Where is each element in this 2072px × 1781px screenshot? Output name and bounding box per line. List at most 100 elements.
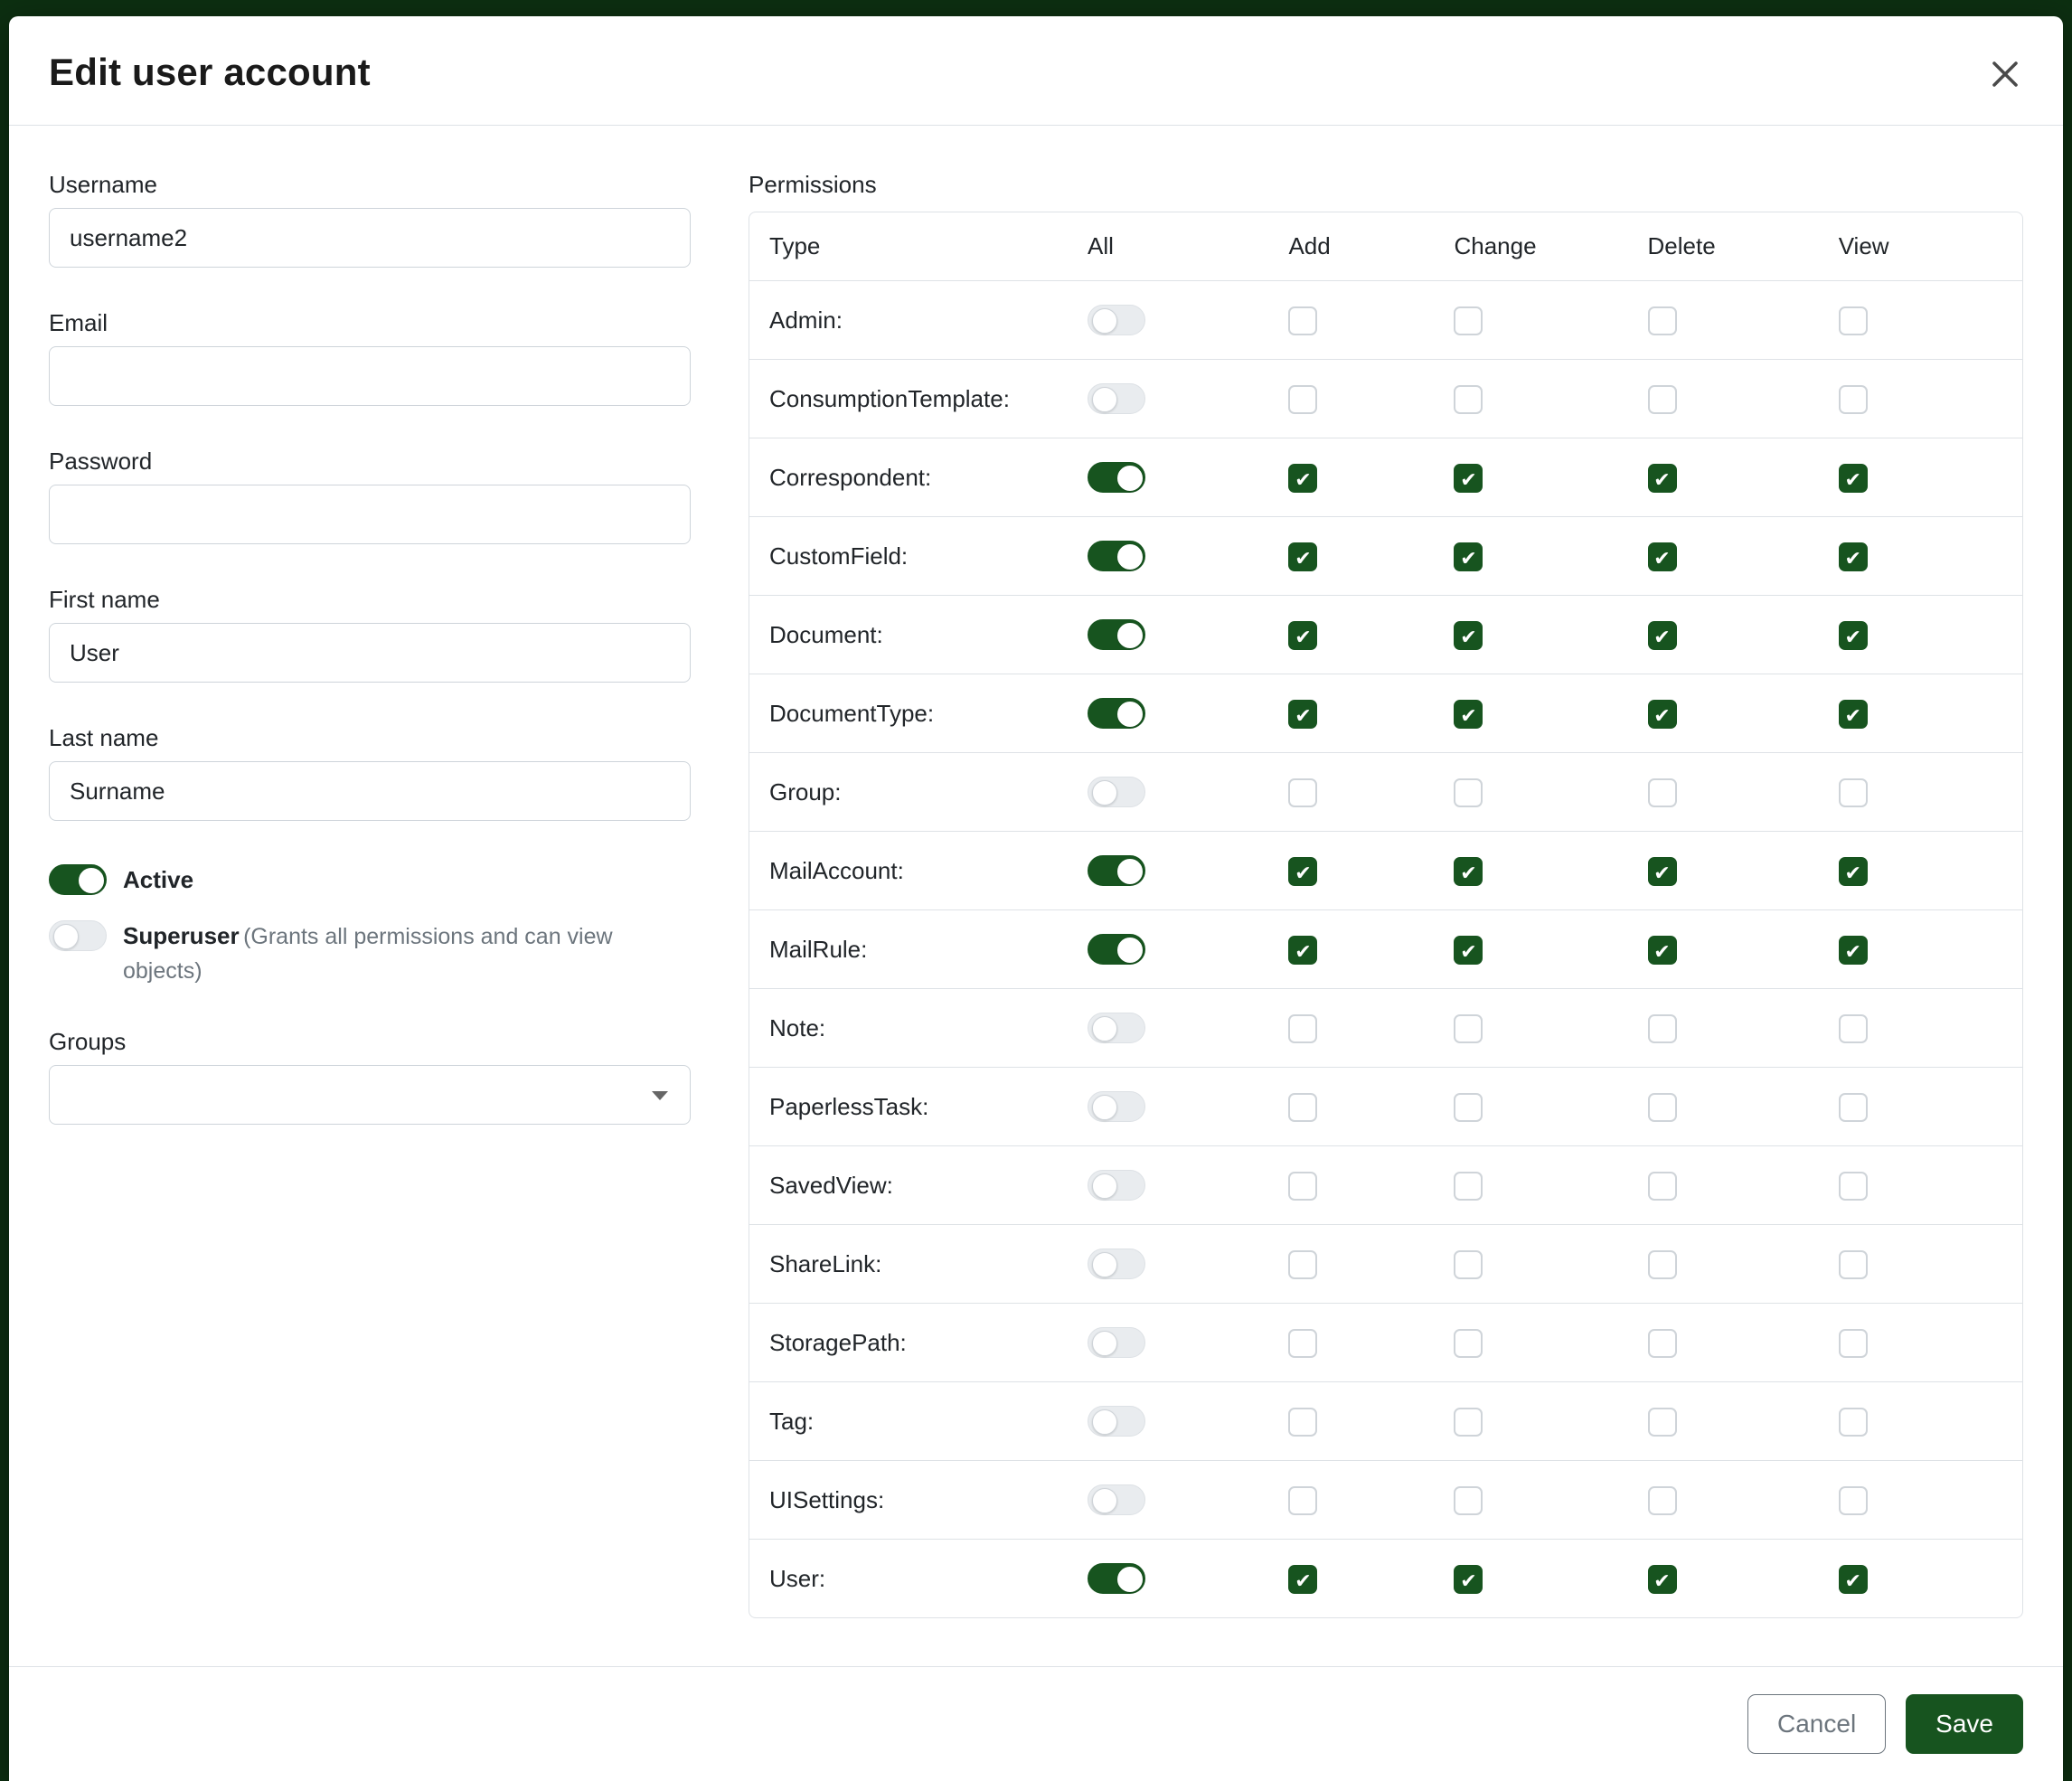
permission-view-checkbox[interactable] xyxy=(1839,1014,1868,1043)
permission-delete-checkbox[interactable] xyxy=(1648,385,1677,414)
permission-change-checkbox[interactable] xyxy=(1454,857,1483,886)
permission-delete-checkbox[interactable] xyxy=(1648,936,1677,965)
username-input[interactable] xyxy=(49,208,691,268)
permission-change-checkbox[interactable] xyxy=(1454,700,1483,729)
permission-all-toggle[interactable] xyxy=(1088,698,1145,729)
permission-add-checkbox[interactable] xyxy=(1288,621,1317,650)
superuser-toggle[interactable] xyxy=(49,920,107,951)
permission-delete-checkbox[interactable] xyxy=(1648,1250,1677,1279)
permission-type-label: SavedView: xyxy=(749,1146,1068,1225)
permission-view-checkbox[interactable] xyxy=(1839,1408,1868,1437)
first-name-input[interactable] xyxy=(49,623,691,683)
email-input[interactable] xyxy=(49,346,691,406)
permission-change-checkbox[interactable] xyxy=(1454,621,1483,650)
permission-delete-checkbox[interactable] xyxy=(1648,464,1677,493)
permission-add-checkbox[interactable] xyxy=(1288,1172,1317,1201)
permission-all-toggle[interactable] xyxy=(1088,1091,1145,1122)
active-toggle[interactable] xyxy=(49,864,107,895)
permission-delete-checkbox[interactable] xyxy=(1648,1486,1677,1515)
permission-all-toggle[interactable] xyxy=(1088,934,1145,965)
permission-view-checkbox[interactable] xyxy=(1839,542,1868,571)
permission-view-checkbox[interactable] xyxy=(1839,1250,1868,1279)
permission-all-toggle[interactable] xyxy=(1088,1406,1145,1437)
permission-view-checkbox[interactable] xyxy=(1839,700,1868,729)
permission-all-toggle[interactable] xyxy=(1088,541,1145,571)
permission-add-checkbox[interactable] xyxy=(1288,1093,1317,1122)
permission-view-checkbox[interactable] xyxy=(1839,1486,1868,1515)
permission-type-label: Group: xyxy=(749,753,1068,832)
permission-change-checkbox[interactable] xyxy=(1454,306,1483,335)
permission-delete-checkbox[interactable] xyxy=(1648,621,1677,650)
permission-change-checkbox[interactable] xyxy=(1454,1172,1483,1201)
permission-add-checkbox[interactable] xyxy=(1288,1250,1317,1279)
permission-add-checkbox[interactable] xyxy=(1288,464,1317,493)
permission-all-toggle[interactable] xyxy=(1088,777,1145,807)
permission-change-checkbox[interactable] xyxy=(1454,778,1483,807)
permission-delete-checkbox[interactable] xyxy=(1648,1329,1677,1358)
permission-all-toggle[interactable] xyxy=(1088,1170,1145,1201)
cancel-button[interactable]: Cancel xyxy=(1747,1694,1886,1754)
permission-all-toggle[interactable] xyxy=(1088,1013,1145,1043)
permission-all-toggle[interactable] xyxy=(1088,305,1145,335)
permission-change-checkbox[interactable] xyxy=(1454,385,1483,414)
permission-change-checkbox[interactable] xyxy=(1454,1565,1483,1594)
permission-view-checkbox[interactable] xyxy=(1839,1329,1868,1358)
permission-change-checkbox[interactable] xyxy=(1454,1093,1483,1122)
permission-delete-checkbox[interactable] xyxy=(1648,1408,1677,1437)
permission-delete-checkbox[interactable] xyxy=(1648,542,1677,571)
permission-add-checkbox[interactable] xyxy=(1288,857,1317,886)
permission-view-checkbox[interactable] xyxy=(1839,464,1868,493)
permission-all-toggle[interactable] xyxy=(1088,1327,1145,1358)
permission-delete-checkbox[interactable] xyxy=(1648,857,1677,886)
permission-change-checkbox[interactable] xyxy=(1454,542,1483,571)
permission-add-checkbox[interactable] xyxy=(1288,936,1317,965)
permission-delete-checkbox[interactable] xyxy=(1648,1014,1677,1043)
permission-all-toggle[interactable] xyxy=(1088,1484,1145,1515)
permission-change-checkbox[interactable] xyxy=(1454,936,1483,965)
permission-all-toggle[interactable] xyxy=(1088,1563,1145,1594)
permission-add-checkbox[interactable] xyxy=(1288,778,1317,807)
groups-select[interactable] xyxy=(49,1065,691,1125)
close-button[interactable] xyxy=(1983,52,2027,96)
permission-view-checkbox[interactable] xyxy=(1839,1093,1868,1122)
permission-add-checkbox[interactable] xyxy=(1288,306,1317,335)
permission-change-checkbox[interactable] xyxy=(1454,1014,1483,1043)
permission-all-toggle[interactable] xyxy=(1088,619,1145,650)
permission-delete-checkbox[interactable] xyxy=(1648,1172,1677,1201)
permission-all-toggle[interactable] xyxy=(1088,1249,1145,1279)
permission-change-checkbox[interactable] xyxy=(1454,1486,1483,1515)
permission-view-checkbox[interactable] xyxy=(1839,621,1868,650)
permission-view-checkbox[interactable] xyxy=(1839,857,1868,886)
last-name-input[interactable] xyxy=(49,761,691,821)
permission-view-checkbox[interactable] xyxy=(1839,385,1868,414)
password-input[interactable] xyxy=(49,485,691,544)
permission-change-checkbox[interactable] xyxy=(1454,1250,1483,1279)
permission-add-checkbox[interactable] xyxy=(1288,1014,1317,1043)
permission-delete-checkbox[interactable] xyxy=(1648,778,1677,807)
permission-add-checkbox[interactable] xyxy=(1288,1408,1317,1437)
permission-row: Note: xyxy=(749,989,2022,1068)
permission-add-checkbox[interactable] xyxy=(1288,385,1317,414)
permission-view-checkbox[interactable] xyxy=(1839,1565,1868,1594)
permission-add-checkbox[interactable] xyxy=(1288,1486,1317,1515)
permission-all-toggle[interactable] xyxy=(1088,855,1145,886)
permission-add-checkbox[interactable] xyxy=(1288,542,1317,571)
permission-all-toggle[interactable] xyxy=(1088,462,1145,493)
permission-all-toggle[interactable] xyxy=(1088,383,1145,414)
permission-add-checkbox[interactable] xyxy=(1288,1329,1317,1358)
save-button[interactable]: Save xyxy=(1906,1694,2023,1754)
permission-row: Admin: xyxy=(749,281,2022,360)
permission-delete-checkbox[interactable] xyxy=(1648,700,1677,729)
permission-delete-checkbox[interactable] xyxy=(1648,1093,1677,1122)
permission-view-checkbox[interactable] xyxy=(1839,1172,1868,1201)
permission-delete-checkbox[interactable] xyxy=(1648,1565,1677,1594)
permission-change-checkbox[interactable] xyxy=(1454,1408,1483,1437)
permission-view-checkbox[interactable] xyxy=(1839,306,1868,335)
permission-delete-checkbox[interactable] xyxy=(1648,306,1677,335)
permission-view-checkbox[interactable] xyxy=(1839,936,1868,965)
permission-change-checkbox[interactable] xyxy=(1454,1329,1483,1358)
permission-change-checkbox[interactable] xyxy=(1454,464,1483,493)
permission-add-checkbox[interactable] xyxy=(1288,1565,1317,1594)
permission-add-checkbox[interactable] xyxy=(1288,700,1317,729)
permission-view-checkbox[interactable] xyxy=(1839,778,1868,807)
